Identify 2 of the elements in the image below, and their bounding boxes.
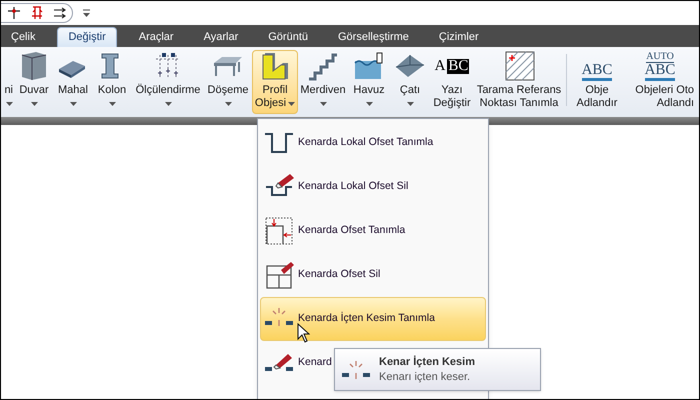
tooltip-description: Kenarı içten keser. bbox=[379, 372, 472, 382]
tooltip-title: Kenar İçten Kesim bbox=[379, 356, 475, 368]
